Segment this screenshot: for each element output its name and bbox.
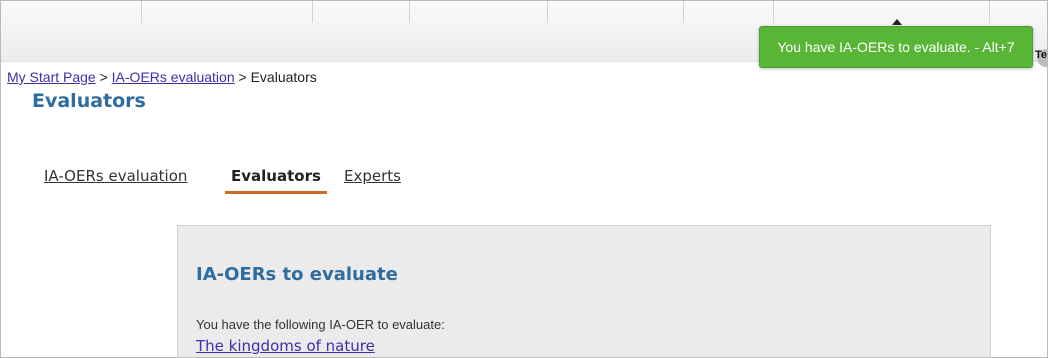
tab-ia-oers-evaluation[interactable]: IA-OERs evaluation	[44, 167, 187, 185]
nav-segment[interactable]	[1, 1, 142, 23]
user-name[interactable]: Tes	[1035, 49, 1047, 61]
tab-label: Experts	[344, 167, 401, 185]
nav-segment[interactable]	[684, 1, 774, 23]
tab-label: Evaluators	[231, 167, 321, 185]
breadcrumb-link-section[interactable]: IA-OERs evaluation	[112, 69, 235, 85]
tab-label: IA-OERs evaluation	[44, 167, 188, 185]
breadcrumb-link-home[interactable]: My Start Page	[7, 69, 96, 85]
breadcrumb: My Start Page > IA-OERs evaluation > Eva…	[7, 69, 317, 85]
breadcrumb-separator: >	[234, 69, 251, 85]
nav-segment[interactable]	[548, 1, 684, 23]
breadcrumb-separator: >	[95, 69, 112, 85]
panel-heading: IA-OERs to evaluate	[196, 264, 398, 285]
tab-experts[interactable]: Experts	[344, 167, 401, 185]
nav-segment[interactable]	[410, 1, 548, 23]
page-title: Evaluators	[32, 90, 146, 112]
notification-message: You have IA-OERs to evaluate. - Alt+7	[777, 39, 1015, 55]
nav-segment[interactable]	[313, 1, 410, 23]
notification-toast[interactable]: You have IA-OERs to evaluate. - Alt+7	[759, 26, 1033, 68]
nav-segment[interactable]	[774, 1, 990, 23]
caret-up-icon	[892, 19, 902, 25]
tab-evaluators[interactable]: Evaluators	[225, 167, 327, 194]
oers-to-evaluate-panel: IA-OERs to evaluate You have the followi…	[177, 225, 991, 357]
oer-link[interactable]: The kingdoms of nature	[196, 337, 375, 355]
panel-description: You have the following IA-OER to evaluat…	[196, 317, 445, 332]
breadcrumb-current: Evaluators	[250, 69, 317, 85]
app-window: Tes You have IA-OERs to evaluate. - Alt+…	[0, 0, 1048, 358]
nav-segment[interactable]	[142, 1, 313, 23]
